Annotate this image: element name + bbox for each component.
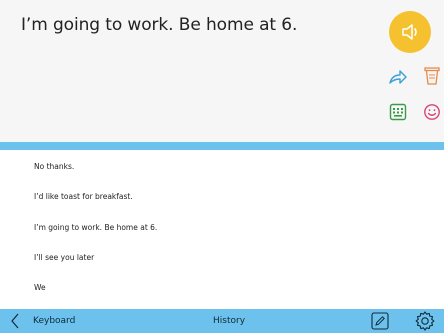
history-item[interactable]: I’d like toast for breakfast. <box>34 192 133 201</box>
trash-icon <box>424 67 440 85</box>
message-panel: I’m going to work. Be home at 6. <box>0 0 444 142</box>
chevron-left-icon[interactable] <box>9 313 21 329</box>
emoji-button[interactable] <box>421 101 443 123</box>
smiley-icon <box>424 104 440 120</box>
speak-button[interactable] <box>389 11 431 53</box>
message-text[interactable]: I’m going to work. Be home at 6. <box>21 15 297 35</box>
keyboard-icon <box>389 103 407 121</box>
settings-button[interactable] <box>414 310 436 336</box>
pencil-icon <box>371 312 389 330</box>
share-button[interactable] <box>387 66 409 88</box>
history-list: No thanks. I’d like toast for breakfast.… <box>0 150 444 302</box>
history-item[interactable]: We <box>34 283 46 292</box>
edit-button[interactable] <box>371 312 389 334</box>
keyboard-button[interactable] <box>387 101 409 123</box>
divider-bar <box>0 142 444 150</box>
keyboard-tab[interactable]: Keyboard <box>33 316 75 326</box>
history-item[interactable]: I’m going to work. Be home at 6. <box>34 223 157 232</box>
history-item[interactable]: I’ll see you later <box>34 253 94 262</box>
delete-button[interactable] <box>421 65 443 87</box>
history-item[interactable]: No thanks. <box>34 162 74 171</box>
history-title: History <box>213 316 246 326</box>
share-arrow-icon <box>389 70 407 84</box>
speaker-icon <box>402 24 417 40</box>
bottom-toolbar: Keyboard History <box>0 309 444 333</box>
gear-icon <box>415 311 435 331</box>
